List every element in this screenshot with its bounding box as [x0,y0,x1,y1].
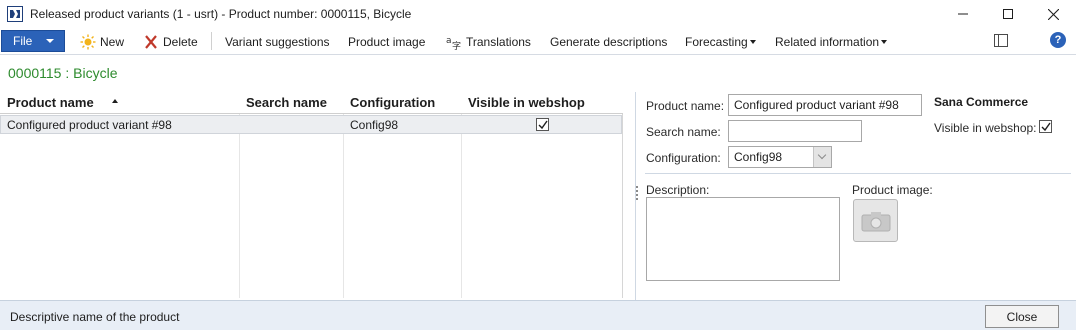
file-menu-label: File [13,34,33,48]
dynamics-ax-icon [7,6,23,22]
product-name-field[interactable]: Configured product variant #98 [728,94,922,116]
window-title: Released product variants (1 - usrt) - P… [30,7,412,21]
generate-descriptions-label: Generate descriptions [550,35,668,49]
variant-suggestions-label: Variant suggestions [225,35,330,49]
ribbon-divider [211,32,212,50]
column-header-visible-in-webshop[interactable]: Visible in webshop [468,95,585,110]
column-header-product-name[interactable]: Product name [7,95,94,110]
chevron-down-icon [881,40,888,44]
ribbon: File New Delete Variant suggestions Prod… [0,28,1076,55]
description-label: Description: [646,183,710,197]
new-button[interactable]: New [80,33,124,51]
minimize-icon[interactable] [940,0,986,28]
chevron-down-icon [749,40,756,44]
sun-new-icon [80,34,96,50]
configuration-value: Config98 [734,150,783,164]
status-bar: Descriptive name of the product Close [0,300,1076,330]
sort-ascending-icon [112,99,118,103]
column-header-search-name[interactable]: Search name [246,95,327,110]
description-textarea[interactable] [646,197,840,281]
variant-suggestions-button[interactable]: Variant suggestions [225,33,330,51]
chevron-down-icon[interactable] [813,147,831,167]
product-name-label: Product name: [646,99,725,113]
table-row[interactable]: Configured product variant #98 Config98 [0,115,622,134]
related-information-menu[interactable]: Related information [775,33,888,51]
delete-x-icon [143,34,159,50]
chevron-down-icon [46,39,55,43]
translate-icon: a 字 [446,34,462,52]
related-information-label: Related information [775,35,880,49]
maximize-icon[interactable] [985,0,1031,28]
camera-icon [861,211,890,231]
product-image-label: Product image [348,35,426,49]
cell-visible-checkbox[interactable] [536,118,549,131]
svg-text:字: 字 [452,40,461,50]
product-image-label: Product image: [852,183,933,197]
delete-button[interactable]: Delete [143,33,198,51]
configuration-select[interactable]: Config98 [728,146,832,168]
section-divider [645,173,1071,174]
close-button[interactable]: Close [985,305,1059,328]
variants-grid: Product name Search name Configuration V… [0,92,623,298]
layout-toggle-icon[interactable] [994,34,1008,47]
splitter-grip-icon[interactable] [636,186,639,204]
new-label: New [100,35,125,49]
generate-descriptions-button[interactable]: Generate descriptions [550,33,667,51]
title-bar: Released product variants (1 - usrt) - P… [0,0,1076,28]
column-header-configuration[interactable]: Configuration [350,95,435,110]
forecasting-menu[interactable]: Forecasting [685,33,756,51]
translations-button[interactable]: a 字 Translations [446,33,531,52]
delete-label: Delete [163,35,198,49]
page-title: 0000115 : Bicycle [8,65,118,81]
cell-product-name: Configured product variant #98 [7,118,172,132]
translations-label: Translations [466,35,531,49]
svg-text:a: a [446,36,452,46]
search-name-label: Search name: [646,125,721,139]
sana-commerce-group-title: Sana Commerce [934,95,1029,109]
visible-in-webshop-checkbox[interactable] [1039,120,1052,133]
close-icon[interactable] [1030,0,1076,28]
help-icon[interactable]: ? [1050,32,1066,48]
product-image-button[interactable]: Product image [348,33,425,51]
status-text: Descriptive name of the product [10,310,180,324]
forecasting-label: Forecasting [685,35,748,49]
grid-header: Product name Search name Configuration V… [0,92,623,114]
file-menu-button[interactable]: File [1,30,65,52]
product-image-button[interactable] [853,199,898,242]
configuration-label: Configuration: [646,151,721,165]
cell-configuration: Config98 [350,118,399,132]
visible-in-webshop-label: Visible in webshop: [934,121,1037,135]
search-name-field[interactable] [728,120,862,142]
